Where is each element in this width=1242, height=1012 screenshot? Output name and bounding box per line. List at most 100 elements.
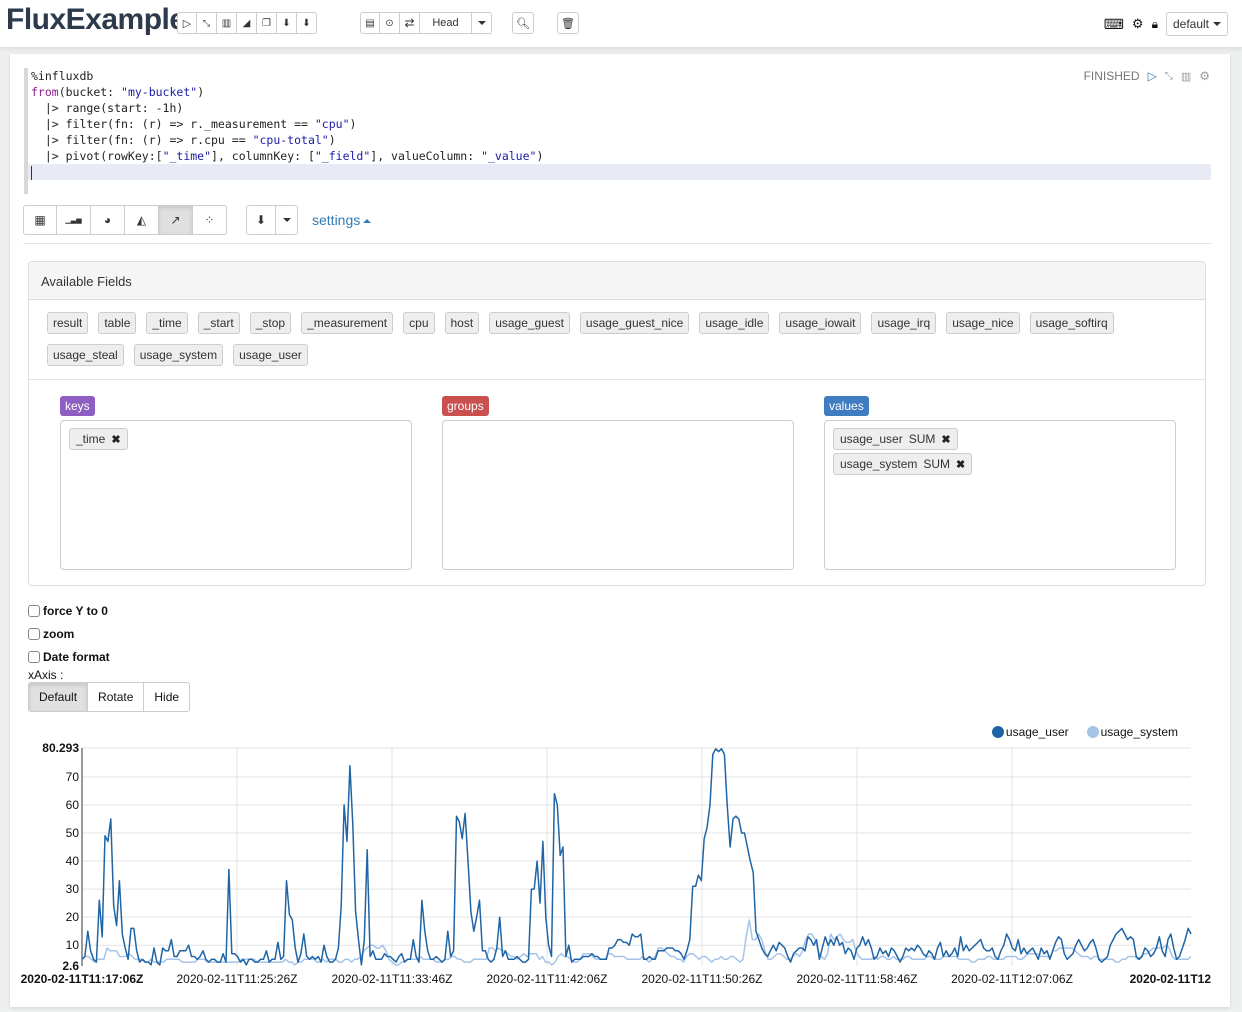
y-tick-label: 30 <box>66 882 80 896</box>
lock-icon[interactable]: 🔒︎ <box>1152 17 1158 32</box>
field-chip[interactable]: host <box>444 312 480 334</box>
viz-pie-button[interactable]: ◕ <box>91 205 125 235</box>
clone-note-button[interactable]: ❐ <box>257 12 277 34</box>
date-format-option[interactable]: Date format <box>28 645 190 668</box>
viz-line-button[interactable]: ↗ <box>159 205 193 235</box>
legend-item[interactable]: usage_user <box>991 725 1069 739</box>
legend-item[interactable]: usage_system <box>1086 725 1178 739</box>
zoom-checkbox[interactable] <box>28 627 40 640</box>
interpreter-binding-dropdown[interactable]: default <box>1165 12 1228 36</box>
field-chip[interactable]: table <box>98 312 137 334</box>
force-y0-checkbox[interactable] <box>28 604 40 617</box>
code-line[interactable]: |> filter(fn: (r) => r._measurement == "… <box>28 116 1211 132</box>
commit-icon: ▤ <box>365 17 375 29</box>
notebook-title[interactable]: FluxExample <box>6 3 186 37</box>
values-label: values <box>824 396 869 416</box>
viz-scatter-button[interactable]: ⁘ <box>193 205 227 235</box>
export-icon: ⬇ <box>282 17 291 29</box>
code-line[interactable]: |> range(start: -1h) <box>28 100 1211 116</box>
selected-field-chip[interactable]: usage_user SUM ✖ <box>833 428 958 450</box>
force-y0-option[interactable]: force Y to 0 <box>28 599 190 622</box>
code-line[interactable]: from(bucket: "my-bucket") <box>28 84 1211 100</box>
scatter-chart-icon: ⁘ <box>204 213 215 227</box>
xaxis-label: xAxis : <box>28 668 64 682</box>
field-chip[interactable]: _measurement <box>301 312 394 334</box>
code-line[interactable]: |> pivot(rowKey:["_time"], columnKey: ["… <box>28 148 1211 164</box>
download-format-dropdown[interactable] <box>276 205 298 235</box>
values-dropzone[interactable]: usage_user SUM ✖ usage_system SUM ✖ <box>824 420 1176 570</box>
series-line-usage-system <box>81 919 1192 966</box>
field-chip[interactable]: cpu <box>403 312 435 334</box>
viz-area-button[interactable]: ◭ <box>125 205 159 235</box>
date-format-checkbox[interactable] <box>28 650 40 663</box>
field-chip[interactable]: usage_system <box>133 344 224 366</box>
search-button[interactable]: 🔍︎ <box>512 12 534 34</box>
revision-button[interactable]: ⊙ <box>380 12 400 34</box>
revision-select[interactable]: Head <box>420 12 472 34</box>
code-line[interactable]: |> filter(fn: (r) => r.cpu == "cpu-total… <box>28 132 1211 148</box>
xaxis-default-button[interactable]: Default <box>28 682 89 712</box>
download-data-button[interactable]: ⬇ <box>246 205 276 235</box>
keys-dropzone[interactable]: _time ✖ <box>60 420 412 570</box>
export-alt-icon: ⬇ <box>302 17 311 29</box>
field-chip[interactable]: usage_idle <box>699 312 770 334</box>
book-icon: ▥ <box>221 17 232 29</box>
keyboard-icon[interactable]: ⌨ <box>1104 16 1124 33</box>
xaxis-mode-buttons: Default Rotate Hide <box>28 682 191 712</box>
y-tick-label: 60 <box>66 798 80 812</box>
collapse-code-button[interactable]: ⤡ <box>197 12 217 34</box>
field-chip[interactable]: _stop <box>249 312 292 334</box>
selected-field-chip[interactable]: usage_system SUM ✖ <box>833 453 973 475</box>
zoom-option[interactable]: zoom <box>28 622 190 645</box>
revision-dropdown-toggle[interactable] <box>472 12 492 34</box>
field-chip[interactable]: usage_guest <box>489 312 570 334</box>
field-chip[interactable]: usage_iowait <box>779 312 862 334</box>
xaxis-hide-button[interactable]: Hide <box>144 682 191 712</box>
field-chip[interactable]: usage_nice <box>946 312 1020 334</box>
commit-button[interactable]: ▤ <box>360 12 380 34</box>
code-line[interactable] <box>28 164 1211 180</box>
code-token: (bucket: <box>58 85 122 99</box>
interpreter-binding-label: default <box>1172 17 1209 31</box>
field-chip[interactable]: usage_user <box>233 344 308 366</box>
field-chip[interactable]: usage_irq <box>871 312 937 334</box>
field-chip[interactable]: usage_steal <box>47 344 124 366</box>
field-chip[interactable]: usage_softirq <box>1029 312 1114 334</box>
aggregation-dropdown[interactable]: SUM <box>909 432 936 446</box>
export-ipynb-button[interactable]: ⬇ <box>297 12 317 34</box>
viz-table-button[interactable]: ▦ <box>23 205 57 235</box>
viz-bar-button[interactable]: ▁▃▅ <box>57 205 91 235</box>
paragraph: FINISHED ▷ ⤡ ▥ ⚙ %influxdb from(bucket: "… <box>10 54 1230 1007</box>
visualization-selector: ▦ ▁▃▅ ◕ ◭ ↗ ⁘ <box>23 205 227 235</box>
code-line[interactable]: %influxdb <box>28 68 1211 84</box>
xaxis-rotate-button[interactable]: Rotate <box>88 682 145 712</box>
run-all-button[interactable]: ▷ <box>177 12 197 34</box>
code-editor[interactable]: %influxdb from(bucket: "my-bucket") |> ra… <box>24 68 1211 194</box>
toggle-output-button[interactable]: ▥ <box>217 12 237 34</box>
field-chip[interactable]: _start <box>197 312 240 334</box>
field-chip[interactable]: _time <box>146 312 188 334</box>
x-tick-label: 2020-02-11T11:25:26Z <box>177 972 298 986</box>
field-chip[interactable]: usage_guest_nice <box>579 312 690 334</box>
compare-revisions-button[interactable]: ⇄ <box>400 12 420 34</box>
remove-icon[interactable]: ✖ <box>941 433 950 446</box>
code-token: ) <box>328 133 336 147</box>
gear-icon[interactable]: ⚙ <box>1132 16 1144 32</box>
field-chip[interactable]: result <box>47 312 89 334</box>
export-json-button[interactable]: ⬇ <box>277 12 297 34</box>
bar-chart-icon: ▁▃▅ <box>65 217 82 224</box>
force-y0-label: force Y to 0 <box>43 603 108 618</box>
groups-column: groups <box>442 396 794 570</box>
settings-toggle-link[interactable]: settings <box>312 212 372 228</box>
y-tick-label: 20 <box>66 910 80 924</box>
remove-icon[interactable]: ✖ <box>956 458 965 471</box>
remove-icon[interactable]: ✖ <box>111 433 120 446</box>
delete-note-button[interactable]: 🗑︎ <box>557 12 579 34</box>
aggregation-dropdown[interactable]: SUM <box>923 457 950 471</box>
clear-output-button[interactable]: ◢ <box>237 12 257 34</box>
selected-field-chip[interactable]: _time ✖ <box>69 428 128 450</box>
collapse-icon: ⤡ <box>202 17 211 28</box>
code-token: |> filter(fn: (r) => r.cpu == <box>31 133 253 147</box>
notebook-header: FluxExample ▷ ⤡ ▥ ◢ ❐ ⬇ ⬇ ▤ ⊙ ⇄ Head 🔍︎ … <box>0 0 1242 48</box>
groups-dropzone[interactable] <box>442 420 794 570</box>
